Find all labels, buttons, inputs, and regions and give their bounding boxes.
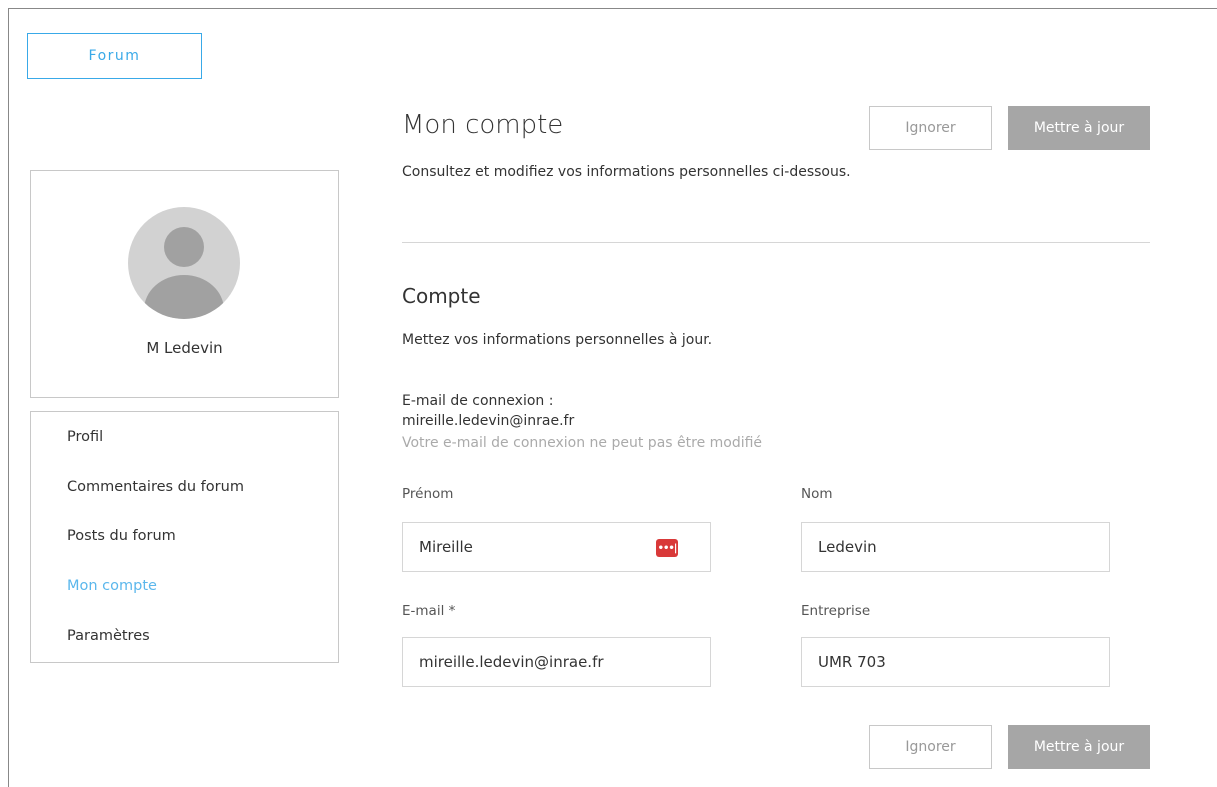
update-button-top[interactable]: Mettre à jour [1008,106,1150,150]
sidebar-item-parametres[interactable]: Paramètres [67,628,150,644]
frame-left-border [8,8,9,787]
company-field[interactable]: UMR 703 [801,637,1110,687]
password-manager-icon[interactable]: •••| [656,539,678,557]
first-name-value: Mireille [419,538,473,556]
frame-top-border [8,8,1217,9]
section-divider [402,242,1150,243]
sidebar-item-commentaires[interactable]: Commentaires du forum [67,479,244,495]
avatar-head-shape [164,227,204,267]
account-section-description: Mettez vos informations personnelles à j… [402,332,713,348]
company-label: Entreprise [801,603,871,619]
page-description: Consultez et modifiez vos informations p… [402,164,851,180]
email-value: mireille.ledevin@inrae.fr [419,653,604,671]
profile-card: M Ledevin [30,170,339,398]
account-section-title: Compte [402,284,481,308]
email-field[interactable]: mireille.ledevin@inrae.fr [402,637,711,687]
page-title: Mon compte [402,110,564,140]
login-email-label: E-mail de connexion : [402,393,554,409]
last-name-label: Nom [801,486,833,502]
ignore-button-bottom[interactable]: Ignorer [869,725,992,769]
sidebar-nav: Profil Commentaires du forum Posts du fo… [30,411,339,663]
login-email-value: mireille.ledevin@inrae.fr [402,413,575,429]
forum-button[interactable]: Forum [27,33,202,79]
sidebar-item-mon-compte[interactable]: Mon compte [67,578,157,594]
update-button-bottom[interactable]: Mettre à jour [1008,725,1150,769]
avatar-body-shape [144,275,224,319]
email-label: E-mail * [402,603,456,619]
default-user-avatar-icon[interactable] [128,207,240,319]
first-name-label: Prénom [402,486,454,502]
company-value: UMR 703 [818,653,886,671]
login-email-note: Votre e-mail de connexion ne peut pas êt… [402,435,763,451]
sidebar-item-profil[interactable]: Profil [67,429,103,445]
sidebar-item-posts[interactable]: Posts du forum [67,528,176,544]
last-name-field[interactable]: Ledevin [801,522,1110,572]
first-name-field[interactable]: Mireille •••| [402,522,711,572]
ignore-button-top[interactable]: Ignorer [869,106,992,150]
last-name-value: Ledevin [818,538,877,556]
profile-name: M Ledevin [146,339,223,357]
